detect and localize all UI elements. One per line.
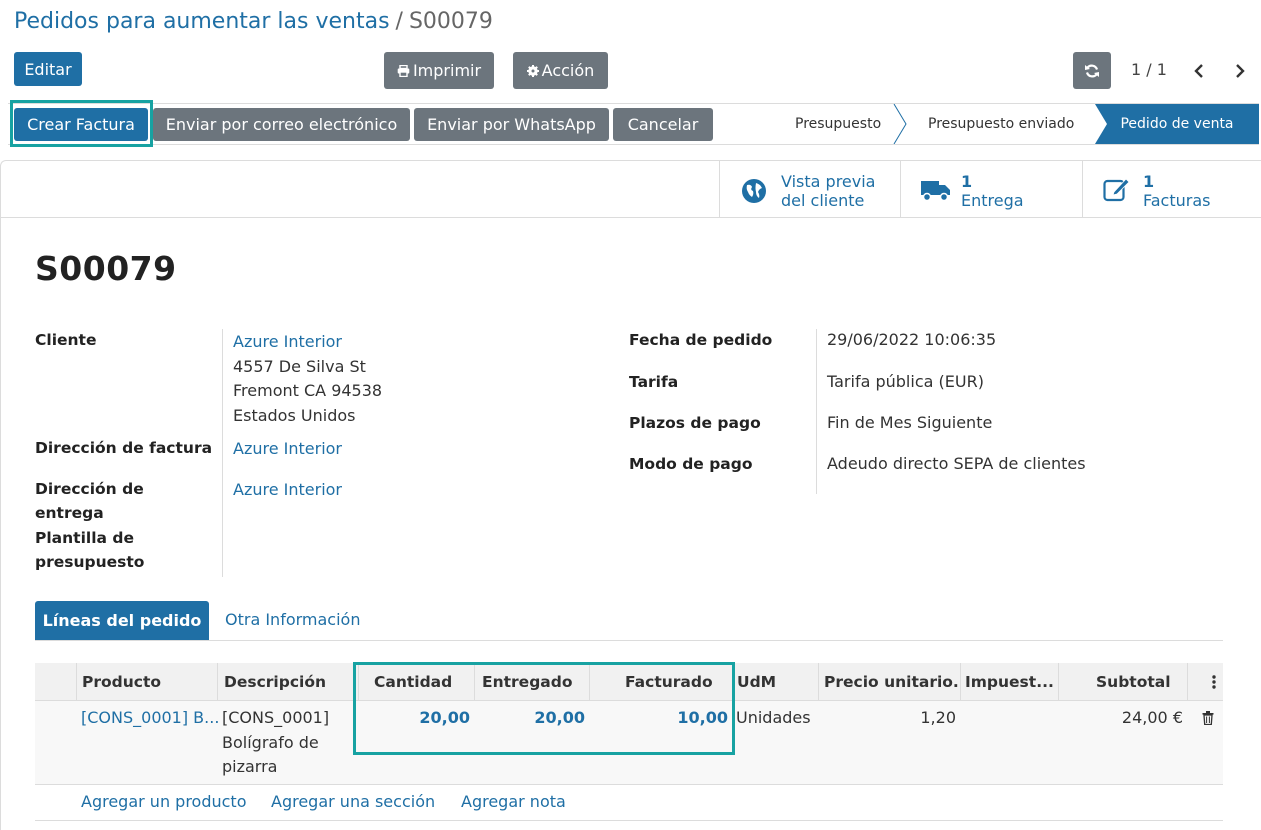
customer-preview-line1: Vista previa bbox=[781, 172, 876, 191]
row-unit-price[interactable]: 1,20 bbox=[820, 706, 956, 731]
header-taxes[interactable]: Impuest... bbox=[965, 663, 1055, 701]
breadcrumb-current: S00079 bbox=[408, 9, 493, 34]
delivery-address-label-line2: entrega bbox=[35, 504, 104, 522]
delivery-button[interactable]: 1 Entrega bbox=[900, 161, 1082, 217]
header-product[interactable]: Producto bbox=[82, 663, 161, 701]
delivery-address-label-line1: Dirección de bbox=[35, 480, 144, 498]
customer-address-line1: 4557 De Silva St bbox=[233, 356, 366, 376]
customer-link[interactable]: Azure Interior bbox=[233, 330, 382, 355]
customer-address-line3: Estados Unidos bbox=[233, 405, 356, 425]
stage-separator bbox=[893, 104, 907, 144]
delivery-count: 1 bbox=[961, 172, 973, 191]
header-divider bbox=[217, 663, 218, 701]
add-product-link[interactable]: Agregar un producto bbox=[81, 792, 247, 811]
add-section-link[interactable]: Agregar una sección bbox=[271, 792, 435, 811]
pager-previous-icon[interactable] bbox=[1193, 63, 1205, 79]
row-description-line1: [CONS_0001] bbox=[222, 708, 330, 727]
printer-icon bbox=[397, 64, 410, 77]
invoices-count: 1 bbox=[1143, 172, 1155, 191]
header-divider bbox=[1187, 663, 1188, 701]
column-options-kebab-icon[interactable] bbox=[1211, 674, 1217, 690]
pricelist-value: Tarifa pública (EUR) bbox=[827, 372, 984, 391]
table-bottom-divider bbox=[35, 820, 1223, 821]
header-divider bbox=[960, 663, 961, 701]
action-label: Acción bbox=[541, 61, 595, 80]
order-date-value: 29/06/2022 10:06:35 bbox=[827, 330, 997, 349]
gear-icon bbox=[526, 64, 539, 77]
record-title: S00079 bbox=[35, 249, 177, 288]
create-invoice-highlight bbox=[10, 100, 153, 147]
invoices-button[interactable]: 1 Facturas bbox=[1082, 161, 1261, 217]
invoices-label: Facturas bbox=[1143, 191, 1211, 210]
row-description: [CONS_0001] Bolígrafo de pizarra bbox=[222, 706, 329, 780]
header-uom[interactable]: UdM bbox=[737, 663, 776, 701]
smart-button-bar: Vista previa del cliente 1 Entrega 1 Fac… bbox=[1, 161, 1261, 218]
left-group-divider bbox=[222, 329, 223, 577]
quantities-highlight bbox=[353, 662, 735, 755]
invoice-address-label: Dirección de factura bbox=[35, 439, 213, 457]
payment-mode-label: Modo de pago bbox=[629, 455, 753, 473]
stage-active-notch bbox=[1095, 104, 1107, 144]
tab-divider bbox=[35, 640, 1223, 641]
header-subtotal[interactable]: Subtotal bbox=[1096, 663, 1171, 701]
customer-label: Cliente bbox=[35, 331, 97, 349]
delivery-address-label: Dirección de entrega bbox=[35, 477, 144, 525]
breadcrumb-parent-link[interactable]: Pedidos para aumentar las ventas bbox=[14, 9, 390, 34]
header-unit-price[interactable]: Precio unitario... bbox=[824, 663, 959, 701]
pager-value[interactable]: 1 / 1 bbox=[1131, 60, 1167, 79]
truck-icon bbox=[921, 181, 950, 202]
pricelist-label: Tarifa bbox=[629, 373, 679, 391]
row-uom[interactable]: Unidades bbox=[736, 706, 811, 731]
right-group-divider bbox=[816, 329, 817, 494]
stage-quotation[interactable]: Presupuesto bbox=[795, 104, 881, 144]
tab-other-info[interactable]: Otra Información bbox=[225, 610, 360, 629]
header-divider bbox=[76, 663, 77, 701]
header-divider bbox=[1058, 663, 1059, 701]
row-description-line2: Bolígrafo de bbox=[222, 732, 319, 752]
customer-preview-button[interactable]: Vista previa del cliente bbox=[719, 161, 900, 217]
edit-icon bbox=[1103, 178, 1130, 202]
customer-preview-line2: del cliente bbox=[781, 191, 865, 210]
breadcrumb: Pedidos para aumentar las ventas / S00079 bbox=[14, 9, 493, 34]
action-button[interactable]: Acción bbox=[513, 52, 608, 89]
globe-icon bbox=[742, 179, 766, 203]
print-label: Imprimir bbox=[412, 61, 482, 80]
trash-icon[interactable] bbox=[1202, 711, 1214, 725]
stage-quotation-sent[interactable]: Presupuesto enviado bbox=[928, 104, 1074, 144]
invoice-address-link[interactable]: Azure Interior bbox=[233, 437, 342, 462]
quotation-template-label: Plantilla de presupuesto bbox=[35, 526, 144, 574]
pager-next-icon[interactable] bbox=[1234, 63, 1246, 79]
payment-mode-value: Adeudo directo SEPA de clientes bbox=[827, 454, 1086, 473]
edit-button[interactable]: Editar bbox=[14, 52, 82, 86]
refresh-icon bbox=[1085, 64, 1099, 77]
tab-order-lines[interactable]: Líneas del pedido bbox=[35, 601, 209, 640]
quotation-template-label-line2: presupuesto bbox=[35, 553, 145, 571]
order-date-label: Fecha de pedido bbox=[629, 331, 773, 349]
print-button[interactable]: Imprimir bbox=[384, 52, 494, 89]
payment-terms-value: Fin de Mes Siguiente bbox=[827, 413, 993, 432]
add-note-link[interactable]: Agregar nota bbox=[461, 792, 566, 811]
header-description[interactable]: Descripción bbox=[224, 663, 326, 701]
payment-terms-label: Plazos de pago bbox=[629, 414, 761, 432]
quotation-template-label-line1: Plantilla de bbox=[35, 529, 134, 547]
refresh-button[interactable] bbox=[1073, 52, 1111, 89]
breadcrumb-separator: / bbox=[395, 9, 403, 34]
row-description-line3: pizarra bbox=[222, 757, 278, 776]
row-subtotal: 24,00 € bbox=[1121, 708, 1183, 727]
delivery-address-link[interactable]: Azure Interior bbox=[233, 478, 342, 503]
row-product[interactable]: [CONS_0001] B... bbox=[81, 706, 219, 731]
status-bar: Presupuesto Presupuesto enviado Pedido d… bbox=[8, 103, 1259, 145]
header-divider bbox=[818, 663, 819, 701]
customer-field: Azure Interior 4557 De Silva St Fremont … bbox=[233, 330, 382, 428]
stage-sale-order: Pedido de venta bbox=[1095, 104, 1259, 144]
customer-address-line2: Fremont CA 94538 bbox=[233, 381, 383, 400]
delivery-label: Entrega bbox=[961, 191, 1024, 210]
